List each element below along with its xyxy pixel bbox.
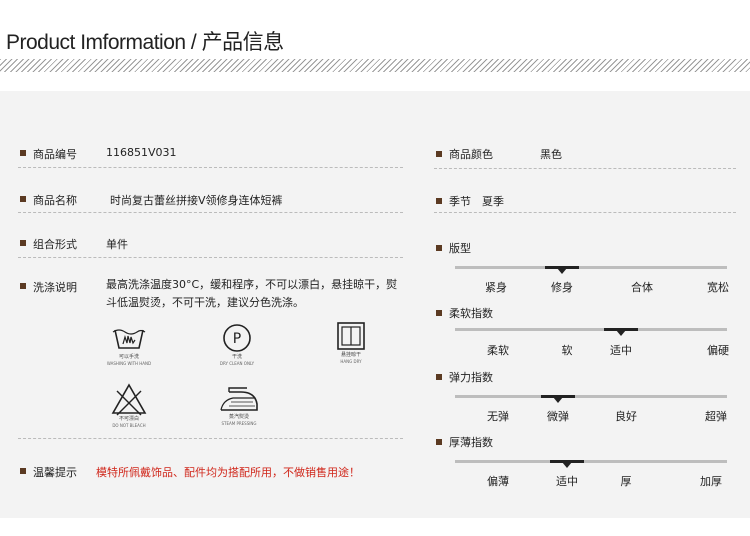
softness-option: 偏硬	[707, 344, 729, 357]
item-name-value: 时尚复古蕾丝拼接V领修身连体短裤	[110, 194, 283, 207]
elasticity-option: 无弹	[487, 410, 509, 423]
care-hand-wash: 可以手洗 WASHING WITH HAND	[96, 322, 162, 367]
combination-label: 组合形式	[33, 238, 77, 251]
bullet-icon	[20, 468, 26, 474]
bullet-icon	[20, 196, 26, 202]
care-label-en: WASHING WITH HAND	[106, 361, 152, 366]
bullet-icon	[20, 150, 26, 156]
thickness-scale-track	[455, 460, 727, 463]
hand-wash-icon	[112, 329, 146, 349]
divider	[434, 168, 736, 169]
item-name-label: 商品名称	[33, 194, 77, 207]
softness-option: 柔软	[487, 344, 509, 357]
dry-clean-icon: P	[223, 324, 251, 352]
care-hang-dry: 悬挂晾干 HANG DRY	[322, 320, 380, 365]
softness-scale-pointer	[616, 330, 626, 336]
fit-scale-pointer	[557, 268, 567, 274]
thickness-scale-label: 厚薄指数	[449, 436, 493, 449]
thickness-option: 偏薄	[487, 475, 509, 488]
bullet-icon	[20, 240, 26, 246]
season-value: 夏季	[482, 195, 504, 208]
divider	[434, 212, 736, 213]
care-dry-clean: P 干洗 DRY CLEAN ONLY	[204, 322, 270, 367]
care-label-en: STEAM PRESSING	[221, 421, 257, 426]
care-label: 悬挂晾干	[340, 352, 361, 358]
softness-option: 适中	[610, 344, 632, 357]
fit-option: 合体	[631, 281, 653, 294]
care-label: 蒸汽熨烫	[228, 414, 249, 420]
page-title: Product Imformation / 产品信息	[6, 31, 284, 54]
care-label: 可以手洗	[118, 354, 139, 360]
hang-dry-icon	[337, 322, 365, 350]
fit-option: 修身	[551, 281, 573, 294]
color-value: 黑色	[540, 148, 562, 161]
divider	[18, 167, 403, 168]
bullet-icon	[436, 439, 442, 445]
care-steam-iron: 蒸汽熨烫 STEAM PRESSING	[206, 384, 272, 427]
item-number-value: 116851V031	[106, 146, 177, 159]
tip-value: 模特所佩戴饰品、配件均为搭配所用，不做销售用途！	[96, 466, 360, 479]
bullet-icon	[20, 283, 26, 289]
care-no-bleach: 不可漂白 DO NOT BLEACH	[96, 382, 162, 429]
wash-label: 洗涤说明	[33, 281, 77, 294]
thickness-option: 加厚	[700, 475, 722, 488]
care-label-en: HANG DRY	[340, 359, 362, 364]
elasticity-option: 超弹	[705, 410, 727, 423]
softness-scale-label: 柔软指数	[449, 307, 493, 320]
elasticity-scale-pointer	[553, 397, 563, 403]
bullet-icon	[436, 310, 442, 316]
care-label-en: DRY CLEAN ONLY	[219, 361, 255, 366]
elasticity-option: 良好	[615, 410, 637, 423]
item-number-label: 商品编号	[33, 148, 77, 161]
fit-scale-track	[455, 266, 727, 269]
combination-value: 单件	[106, 238, 128, 251]
fit-scale-label: 版型	[449, 242, 471, 255]
thickness-option: 厚	[620, 475, 632, 488]
fit-option: 宽松	[707, 281, 729, 294]
bullet-icon	[436, 198, 442, 204]
divider	[18, 438, 403, 439]
thickness-option: 适中	[556, 475, 578, 488]
bullet-icon	[436, 245, 442, 251]
elasticity-scale-label: 弹力指数	[449, 371, 493, 384]
elasticity-option: 微弹	[547, 410, 569, 423]
thickness-scale-pointer	[562, 462, 572, 468]
care-label: 不可漂白	[118, 416, 139, 422]
bullet-icon	[436, 151, 442, 157]
season-label: 季节	[449, 195, 471, 208]
wash-instructions: 最高洗涤温度30°C，缓和程序，不可以漂白，悬挂晾干，熨斗低温熨烫，不可干洗，建…	[106, 278, 398, 309]
care-label-en: DO NOT BLEACH	[112, 423, 146, 428]
tip-label: 温馨提示	[33, 466, 77, 479]
softness-option: 软	[561, 344, 573, 357]
divider	[18, 257, 403, 258]
header-divider	[0, 59, 750, 72]
care-label: 干洗	[231, 354, 242, 360]
color-label: 商品颜色	[449, 148, 493, 161]
steam-iron-icon	[220, 387, 258, 411]
elasticity-scale-track	[455, 395, 727, 398]
divider	[18, 212, 403, 213]
fit-option: 紧身	[485, 281, 507, 294]
softness-scale-track	[455, 328, 727, 331]
bullet-icon	[436, 374, 442, 380]
no-bleach-icon	[111, 383, 147, 416]
dry-clean-glyph: P	[233, 331, 241, 347]
